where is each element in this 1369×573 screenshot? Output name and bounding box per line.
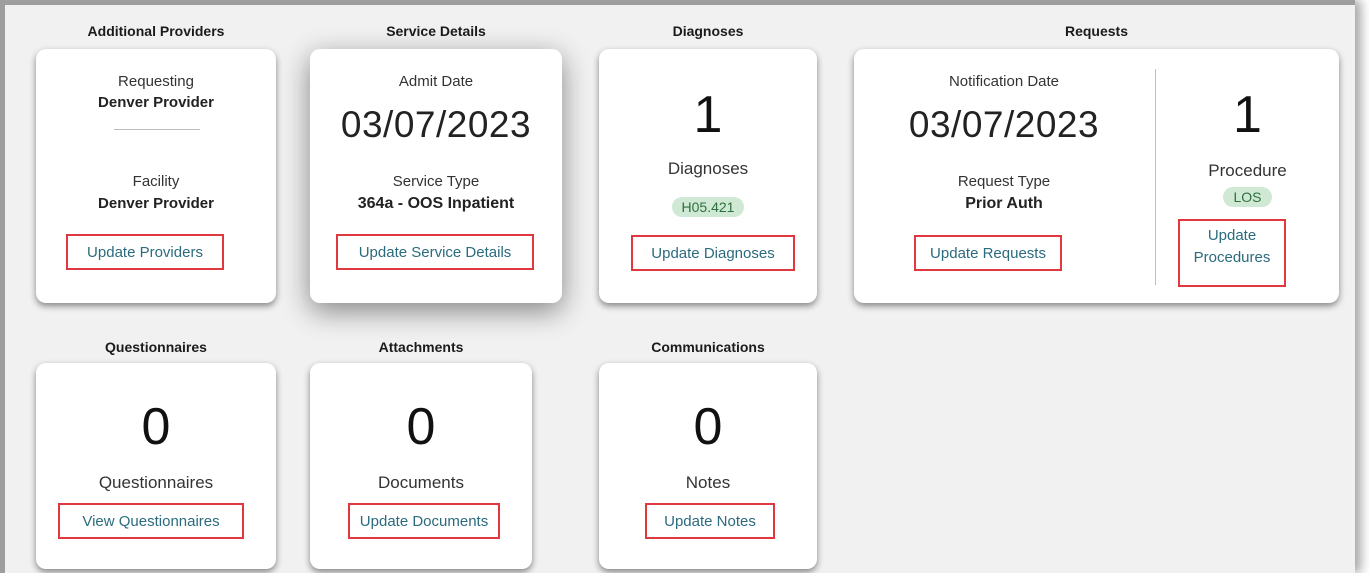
questionnaires-card: 0 Questionnaires View Questionnaires — [36, 363, 276, 569]
update-notes-link[interactable]: Update Notes — [645, 503, 775, 539]
section-title-service-details: Service Details — [386, 23, 486, 39]
facility-label: Facility — [132, 173, 180, 190]
update-procedures-link[interactable]: Update Procedures — [1178, 219, 1286, 287]
service-type-label: Service Type — [392, 173, 480, 190]
diagnosis-code-badge: H05.421 — [671, 197, 745, 217]
questionnaires-count: 0 — [141, 398, 171, 456]
admit-date-label: Admit Date — [398, 73, 474, 90]
section-title-additional-providers: Additional Providers — [87, 23, 225, 39]
requesting-label: Requesting — [118, 73, 194, 90]
request-type-label: Request Type — [957, 173, 1051, 190]
requests-card: Notification Date 03/07/2023 Request Typ… — [854, 49, 1339, 303]
communications-card: 0 Notes Update Notes — [599, 363, 817, 569]
procedure-badge: LOS — [1223, 187, 1272, 207]
diagnoses-label: Diagnoses — [667, 159, 749, 178]
update-procedures-link-line2: Procedures — [1193, 249, 1271, 266]
update-documents-link[interactable]: Update Documents — [348, 503, 500, 539]
procedure-label: Procedure — [1208, 161, 1287, 180]
section-title-attachments: Attachments — [378, 339, 464, 355]
facility-provider-value: Denver Provider — [98, 195, 214, 212]
admit-date-value: 03/07/2023 — [340, 104, 532, 145]
update-procedures-link-line1: Update — [1207, 227, 1257, 244]
diagnoses-card: 1 Diagnoses H05.421 Update Diagnoses — [599, 49, 817, 303]
update-diagnoses-link[interactable]: Update Diagnoses — [631, 235, 795, 271]
additional-providers-card: Requesting Denver Provider Facility Denv… — [36, 49, 276, 303]
notes-label: Notes — [685, 473, 731, 492]
update-providers-link[interactable]: Update Providers — [66, 234, 224, 270]
service-details-card: Admit Date 03/07/2023 Service Type 364a … — [310, 49, 562, 303]
service-type-value: 364a - OOS Inpatient — [357, 195, 515, 212]
attachments-card: 0 Documents Update Documents — [310, 363, 532, 569]
dashboard-panel: Additional Providers Service Details Dia… — [0, 0, 1355, 573]
notification-date-label: Notification Date — [948, 73, 1060, 90]
update-service-details-link[interactable]: Update Service Details — [336, 234, 534, 270]
section-title-questionnaires: Questionnaires — [105, 339, 207, 355]
requesting-provider-value: Denver Provider — [98, 94, 214, 111]
view-questionnaires-link[interactable]: View Questionnaires — [58, 503, 244, 539]
section-title-diagnoses: Diagnoses — [672, 23, 744, 39]
request-type-value: Prior Auth — [965, 195, 1043, 212]
documents-count: 0 — [406, 398, 436, 456]
section-title-requests: Requests — [1064, 23, 1129, 39]
section-title-communications: Communications — [651, 339, 765, 355]
notes-count: 0 — [693, 398, 723, 456]
diagnoses-count: 1 — [693, 86, 723, 144]
divider — [114, 129, 200, 130]
notification-date-value: 03/07/2023 — [908, 104, 1100, 145]
procedure-count: 1 — [1233, 86, 1262, 144]
documents-label: Documents — [378, 473, 464, 492]
questionnaires-label: Questionnaires — [98, 473, 214, 492]
update-requests-link[interactable]: Update Requests — [914, 235, 1062, 271]
